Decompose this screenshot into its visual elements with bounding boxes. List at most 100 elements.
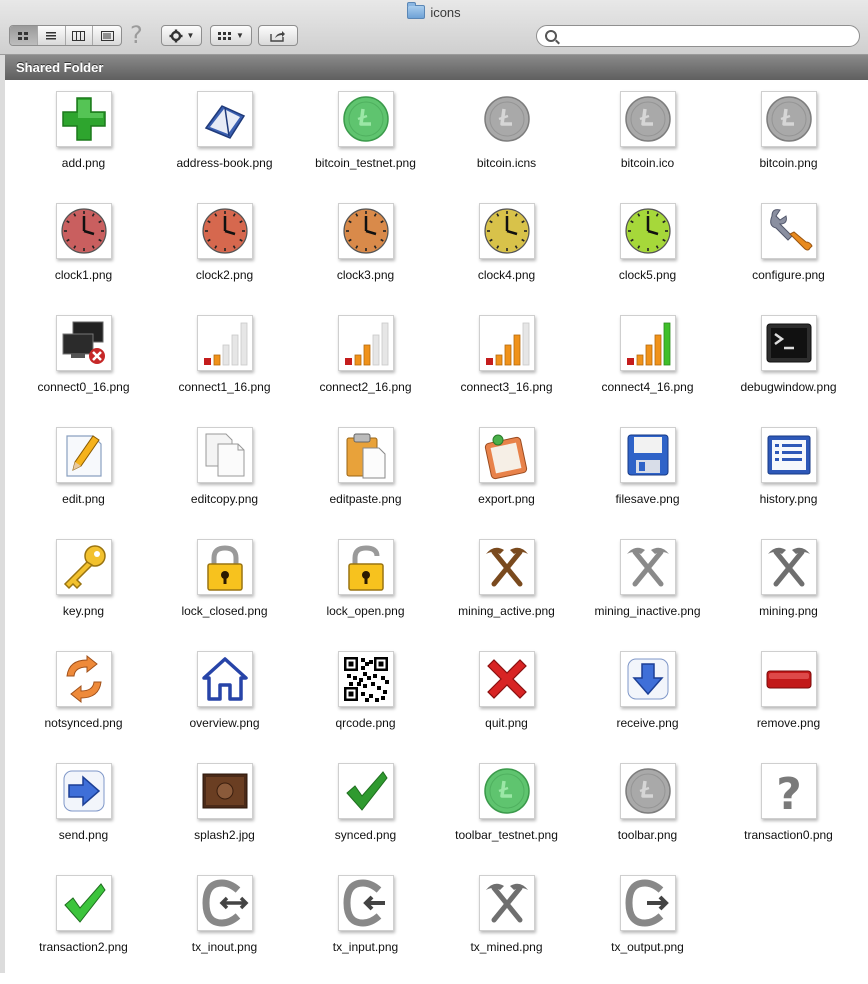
file-item[interactable]: editcopy.png	[154, 424, 295, 536]
file-name-label: tx_output.png	[611, 940, 684, 954]
file-item[interactable]: mining.png	[718, 536, 859, 648]
folder-icon	[407, 2, 426, 19]
cover-flow-view-button[interactable]	[93, 26, 121, 45]
file-name-label: clock2.png	[195, 268, 254, 282]
search-input[interactable]	[561, 28, 853, 46]
bitcoin-icon	[479, 91, 535, 147]
file-item[interactable]: tx_inout.png	[154, 872, 295, 984]
file-item[interactable]: transaction2.png	[13, 872, 154, 984]
qr-code-icon	[337, 651, 394, 707]
pickaxe-icon	[478, 875, 535, 931]
file-item[interactable]: clock4.png	[436, 200, 577, 312]
file-item[interactable]: add.png	[13, 88, 154, 200]
folder-header-title: Shared Folder	[16, 60, 104, 75]
file-item[interactable]: tx_mined.png	[436, 872, 577, 984]
file-item[interactable]: key.png	[13, 536, 154, 648]
file-name-label: export.png	[478, 492, 535, 506]
file-item[interactable]: tx_input.png	[295, 872, 436, 984]
copy-icon	[196, 427, 253, 483]
file-item[interactable]: quit.png	[436, 648, 577, 760]
lock-closed-icon	[196, 539, 253, 595]
file-name-label: address-book.png	[176, 156, 273, 170]
export-icon	[478, 427, 535, 483]
file-name-label: clock3.png	[336, 268, 395, 282]
file-item[interactable]: history.png	[718, 424, 859, 536]
file-item[interactable]: edit.png	[13, 424, 154, 536]
arrange-icon	[218, 31, 232, 40]
file-item[interactable]: clock1.png	[13, 200, 154, 312]
file-item[interactable]: notsynced.png	[13, 648, 154, 760]
cover-flow-icon	[100, 30, 114, 41]
file-item[interactable]: overview.png	[154, 648, 295, 760]
file-name-label: bitcoin_testnet.png	[315, 156, 416, 170]
file-item[interactable]: connect2_16.png	[295, 312, 436, 424]
file-item[interactable]: bitcoin_testnet.png	[295, 88, 436, 200]
file-item[interactable]: bitcoin.ico	[577, 88, 718, 200]
file-item[interactable]: qrcode.png	[295, 648, 436, 760]
share-button[interactable]	[258, 25, 298, 46]
file-name-label: bitcoin.ico	[620, 156, 675, 170]
icon-view-button[interactable]	[10, 26, 38, 45]
file-item[interactable]: debugwindow.png	[718, 312, 859, 424]
window-left-edge	[0, 55, 5, 973]
file-name-label: editcopy.png	[190, 492, 259, 506]
file-item[interactable]: export.png	[436, 424, 577, 536]
column-view-button[interactable]	[66, 26, 94, 45]
send-arrow-icon	[55, 763, 112, 819]
file-name-label: connect2_16.png	[319, 380, 412, 394]
address-book-icon	[196, 91, 253, 147]
signal-bars-icon	[337, 315, 394, 371]
help-icon[interactable]: ?	[130, 22, 143, 48]
file-item[interactable]: lock_open.png	[295, 536, 436, 648]
search-field[interactable]	[536, 25, 860, 47]
file-item[interactable]: address-book.png	[154, 88, 295, 200]
file-item[interactable]: mining_inactive.png	[577, 536, 718, 648]
file-name-label: tx_mined.png	[470, 940, 543, 954]
svg-text:?: ?	[776, 769, 802, 816]
file-name-label: toolbar_testnet.png	[455, 828, 558, 842]
file-item[interactable]: send.png	[13, 760, 154, 872]
file-item[interactable]: editpaste.png	[295, 424, 436, 536]
file-item[interactable]: receive.png	[577, 648, 718, 760]
file-item[interactable]: remove.png	[718, 648, 859, 760]
window-title-bar: icons	[0, 2, 868, 21]
file-name-label: clock4.png	[477, 268, 536, 282]
bitcoin-testnet-icon	[337, 91, 394, 147]
file-item[interactable]: filesave.png	[577, 424, 718, 536]
file-name-label: receive.png	[616, 716, 679, 730]
file-item[interactable]: connect4_16.png	[577, 312, 718, 424]
lock-open-icon	[337, 539, 394, 595]
file-item[interactable]: bitcoin.png	[718, 88, 859, 200]
action-menu-button[interactable]: ▼	[161, 25, 202, 46]
file-item[interactable]: lock_closed.png	[154, 536, 295, 648]
signal-bars-icon	[196, 315, 253, 371]
arrange-menu-button[interactable]: ▼	[210, 25, 252, 46]
file-item[interactable]: clock2.png	[154, 200, 295, 312]
file-item[interactable]: ? transaction0.png	[718, 760, 859, 872]
file-name-label: history.png	[759, 492, 818, 506]
file-item[interactable]: mining_active.png	[436, 536, 577, 648]
file-item[interactable]: bitcoin.icns	[436, 88, 577, 200]
tx-output-icon	[619, 875, 676, 931]
file-item[interactable]: connect1_16.png	[154, 312, 295, 424]
list-view-button[interactable]	[38, 26, 66, 45]
file-item[interactable]: clock3.png	[295, 200, 436, 312]
file-item[interactable]: synced.png	[295, 760, 436, 872]
file-item[interactable]: connect0_16.png	[13, 312, 154, 424]
file-name-label: connect1_16.png	[178, 380, 271, 394]
file-name-label: connect0_16.png	[37, 380, 130, 394]
file-item[interactable]: connect3_16.png	[436, 312, 577, 424]
file-item[interactable]: tx_output.png	[577, 872, 718, 984]
file-name-label: add.png	[61, 156, 106, 170]
clock-icon	[196, 203, 253, 259]
key-icon	[55, 539, 112, 595]
file-item[interactable]: clock5.png	[577, 200, 718, 312]
file-name-label: configure.png	[752, 268, 825, 282]
history-list-icon	[760, 427, 817, 483]
file-item[interactable]: splash2.jpg	[154, 760, 295, 872]
file-item[interactable]: toolbar.png	[577, 760, 718, 872]
file-name-label: send.png	[58, 828, 109, 842]
pickaxe-icon	[619, 539, 676, 595]
file-item[interactable]: toolbar_testnet.png	[436, 760, 577, 872]
file-item[interactable]: configure.png	[718, 200, 859, 312]
